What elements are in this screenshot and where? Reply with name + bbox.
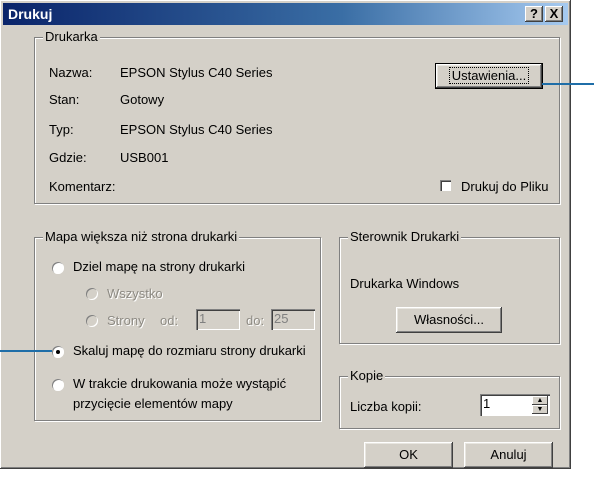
copies-group-legend: Kopie [348, 368, 386, 383]
callout-line-settings [542, 83, 594, 85]
help-button[interactable]: ? [525, 6, 543, 22]
scale-radio[interactable] [52, 346, 64, 358]
pages-label[interactable]: Strony [107, 313, 145, 328]
clip-label-line1[interactable]: W trakcie drukowania może wystąpić [73, 376, 286, 391]
to-input[interactable]: 25 [271, 309, 315, 330]
callout-line-scale [0, 350, 52, 352]
print-to-file-checkbox[interactable] [440, 180, 451, 191]
printer-group-legend: Drukarka [43, 29, 100, 44]
close-button[interactable]: X [545, 6, 563, 22]
map-group-legend: Mapa większa niż strona drukarki [43, 229, 240, 244]
name-value: EPSON Stylus C40 Series [120, 65, 273, 80]
title-bar[interactable]: Drukuj ? X [3, 3, 568, 25]
properties-button[interactable]: Własności... [396, 307, 502, 333]
status-label: Stan: [49, 92, 80, 107]
spin-down-icon[interactable]: ▼ [532, 405, 548, 414]
all-radio[interactable] [86, 288, 98, 300]
dialog-title: Drukuj [8, 6, 53, 22]
to-label: do: [246, 313, 265, 328]
type-label: Typ: [49, 122, 74, 137]
divide-radio[interactable] [52, 262, 64, 274]
from-input[interactable]: 1 [196, 309, 240, 330]
status-value: Gotowy [120, 92, 165, 107]
copies-label: Liczba kopii: [350, 399, 422, 414]
settings-button[interactable]: Ustawienia... [435, 63, 543, 89]
scale-label[interactable]: Skaluj mapę do rozmiaru strony drukarki [73, 343, 306, 358]
divide-label[interactable]: Dziel mapę na strony drukarki [73, 259, 245, 274]
where-value: USB001 [120, 150, 169, 165]
where-label: Gdzie: [49, 150, 87, 165]
type-value: EPSON Stylus C40 Series [120, 122, 273, 137]
name-label: Nazwa: [49, 65, 93, 80]
spin-up-icon[interactable]: ▲ [532, 396, 548, 405]
clip-label-line2[interactable]: przycięcie elementów mapy [73, 396, 233, 411]
driver-group-legend: Sterownik Drukarki [348, 229, 462, 244]
driver-name: Drukarka Windows [350, 276, 460, 291]
from-label: od: [160, 313, 179, 328]
clip-radio[interactable] [52, 379, 64, 391]
print-dialog: Drukuj ? X Drukarka Nazwa: EPSON Stylus … [0, 0, 571, 469]
cancel-button[interactable]: Anuluj [464, 442, 553, 468]
ok-button[interactable]: OK [364, 442, 453, 468]
print-to-file-label[interactable]: Drukuj do Pliku [461, 179, 548, 194]
settings-button-label: Ustawienia... [448, 67, 530, 84]
all-label[interactable]: Wszystko [107, 286, 163, 301]
radio-selected-dot [56, 350, 60, 354]
comment-label: Komentarz: [49, 179, 116, 194]
pages-radio[interactable] [86, 315, 98, 327]
